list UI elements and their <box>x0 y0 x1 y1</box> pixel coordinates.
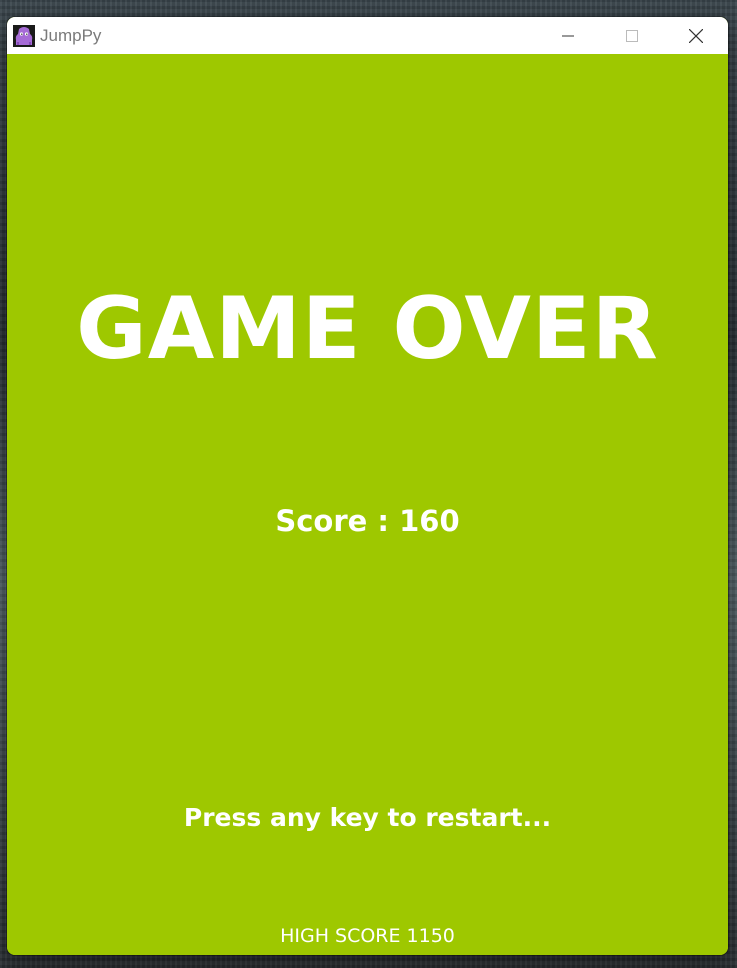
minimize-button[interactable] <box>536 17 600 54</box>
window-controls <box>536 17 728 54</box>
game-window: JumpPy GAME OVER Score : 160 Press any k… <box>7 17 728 955</box>
restart-prompt: Press any key to restart... <box>183 803 552 832</box>
score-text: Score : 160 <box>275 504 460 538</box>
minimize-icon <box>562 35 574 36</box>
maximize-icon <box>626 29 638 42</box>
game-canvas[interactable]: GAME OVER Score : 160 Press any key to r… <box>7 54 728 955</box>
game-over-title: GAME OVER <box>76 279 659 379</box>
app-icon <box>7 24 40 47</box>
title-bar[interactable]: JumpPy <box>7 17 728 54</box>
close-icon <box>689 28 703 43</box>
close-button[interactable] <box>664 17 728 54</box>
high-score-text: HIGH SCORE 1150 <box>280 925 455 947</box>
window-title: JumpPy <box>40 26 102 45</box>
maximize-button[interactable] <box>600 17 664 54</box>
